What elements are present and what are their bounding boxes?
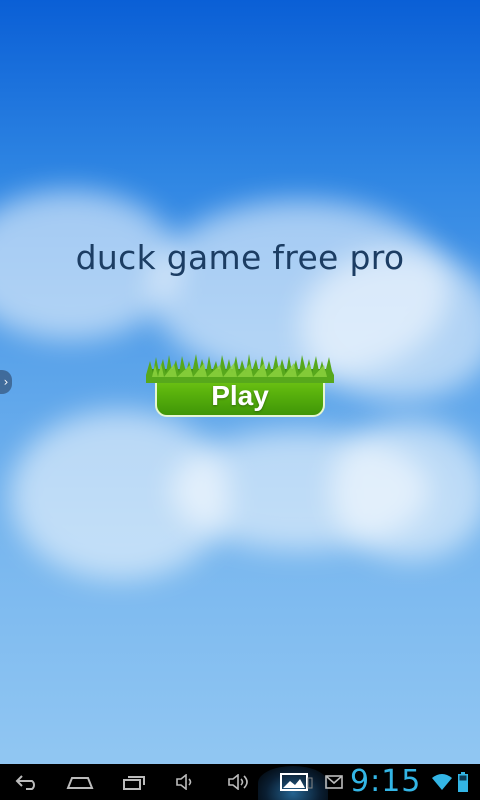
cloud — [330, 420, 480, 560]
side-panel-handle[interactable]: › — [0, 370, 12, 394]
gallery-icon[interactable] — [276, 764, 316, 800]
volume-down-icon[interactable] — [172, 764, 200, 800]
recent-apps-icon[interactable] — [118, 764, 150, 800]
play-button[interactable]: Play — [146, 353, 334, 421]
system-navigation-bar: 9:15 — [0, 764, 480, 800]
back-icon[interactable] — [12, 764, 42, 800]
home-icon[interactable] — [64, 764, 96, 800]
play-button-label: Play — [211, 380, 269, 411]
gmail-icon[interactable] — [322, 764, 346, 800]
wifi-icon — [430, 764, 454, 800]
battery-icon — [456, 764, 470, 800]
volume-up-icon[interactable] — [224, 764, 256, 800]
status-clock: 9:15 — [350, 764, 422, 799]
game-screen: › duck game free pro Play 9:15 — [0, 0, 480, 800]
game-title: duck game free pro — [75, 238, 405, 277]
